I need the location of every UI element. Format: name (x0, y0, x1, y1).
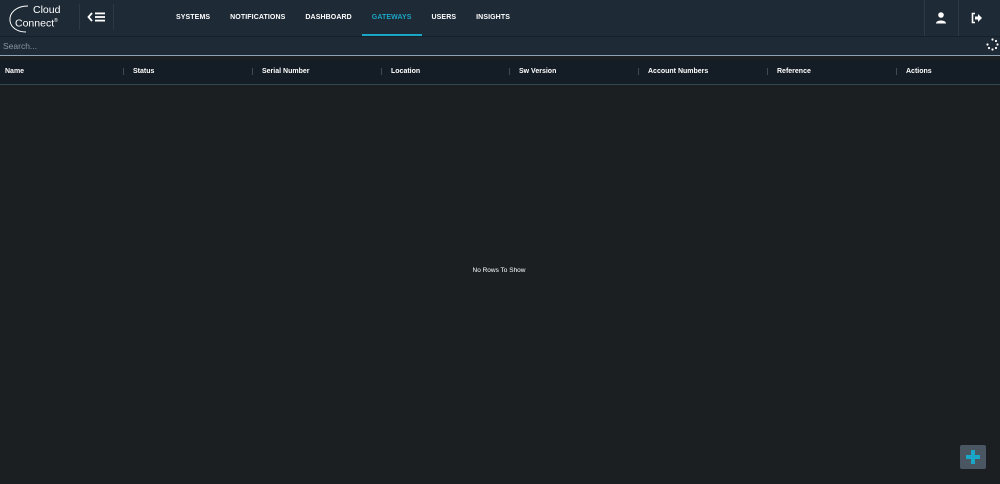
column-header-account-numbers[interactable]: Account Numbers (648, 60, 708, 84)
column-header-serial-number[interactable]: Serial Number (262, 60, 309, 84)
logout-button[interactable] (970, 11, 984, 25)
column-separator[interactable] (252, 68, 253, 75)
column-separator[interactable] (509, 68, 510, 75)
nav-tab-dashboard[interactable]: DASHBOARD (295, 0, 361, 36)
nav-tab-gateways[interactable]: GATEWAYS (361, 0, 422, 36)
nav-tab-systems[interactable]: SYSTEMS (166, 0, 220, 36)
nav-divider (924, 0, 925, 36)
cloud-connect-logo[interactable]: Cloud Connect® (6, 2, 60, 33)
column-header-name[interactable]: Name (5, 60, 24, 84)
grid-header: Name Status Serial Number Location Sw Ve… (0, 60, 1000, 85)
column-header-status[interactable]: Status (133, 60, 154, 84)
nav-divider (79, 4, 80, 30)
column-header-reference[interactable]: Reference (777, 60, 811, 84)
user-icon (936, 12, 946, 24)
column-separator[interactable] (123, 68, 124, 75)
column-separator[interactable] (638, 68, 639, 75)
search-bar (0, 37, 1000, 56)
app-window: Cloud Connect® SYSTEMS NOTIFICATIONS DAS… (0, 0, 1000, 484)
nav-tab-users[interactable]: USERS (422, 0, 467, 36)
column-header-location[interactable]: Location (391, 60, 420, 84)
add-gateway-button[interactable] (960, 445, 986, 469)
empty-state-message: No Rows To Show (472, 267, 526, 274)
logout-icon (971, 12, 982, 24)
column-separator[interactable] (767, 68, 768, 75)
nav-tab-notifications[interactable]: NOTIFICATIONS (220, 0, 295, 36)
nav-divider (113, 4, 114, 30)
column-separator[interactable] (381, 68, 382, 75)
logo-text-cloud: Cloud (33, 4, 61, 16)
column-separator[interactable] (896, 68, 897, 75)
main-nav: SYSTEMS NOTIFICATIONS DASHBOARD GATEWAYS… (166, 0, 520, 36)
loading-spinner-icon (986, 38, 999, 51)
logo-text-connect: Connect® (15, 17, 58, 30)
nav-divider (958, 0, 959, 36)
column-header-actions[interactable]: Actions (906, 60, 932, 84)
nav-tab-insights[interactable]: INSIGHTS (466, 0, 520, 36)
top-navigation-bar: Cloud Connect® SYSTEMS NOTIFICATIONS DAS… (0, 0, 1000, 37)
user-profile-button[interactable] (934, 11, 948, 25)
search-underline (0, 55, 1000, 56)
search-input[interactable] (0, 37, 970, 54)
grid-body: No Rows To Show (0, 85, 1000, 484)
chevron-left-menu-icon (87, 12, 105, 22)
sidebar-toggle-button[interactable] (84, 8, 110, 26)
column-header-sw-version[interactable]: Sw Version (519, 60, 556, 84)
